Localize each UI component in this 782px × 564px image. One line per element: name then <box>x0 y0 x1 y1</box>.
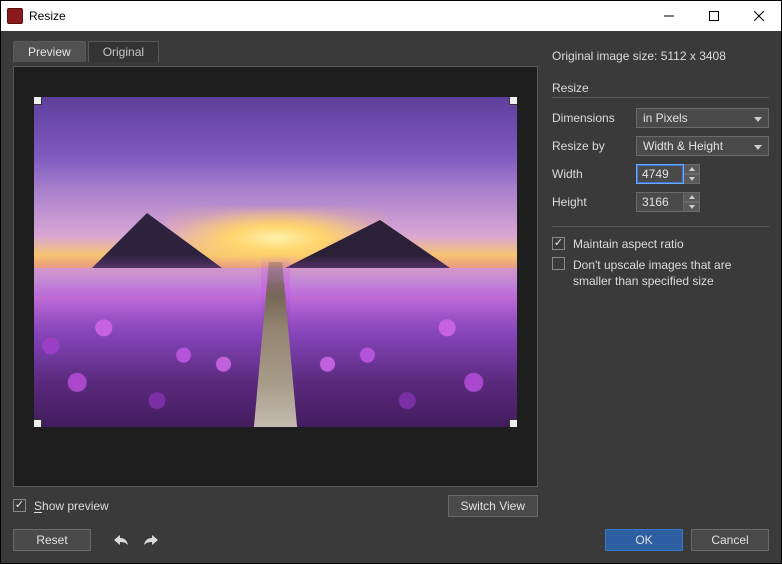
chevron-down-icon <box>754 139 762 153</box>
dont-upscale-checkbox[interactable] <box>552 257 565 270</box>
maximize-button[interactable] <box>691 2 736 31</box>
ok-button[interactable]: OK <box>605 529 683 551</box>
width-step-down[interactable] <box>684 174 700 184</box>
left-column: Preview Original <box>13 41 538 517</box>
height-label: Height <box>552 195 636 209</box>
dimensions-row: Dimensions in Pixels <box>552 108 769 128</box>
dimensions-value: in Pixels <box>643 111 688 125</box>
original-size-info: Original image size: 5112 x 3408 <box>552 49 769 63</box>
main-row: Preview Original <box>13 41 769 517</box>
dont-upscale-label: Don't upscale images that are smaller th… <box>573 257 769 289</box>
maintain-ratio-row: Maintain aspect ratio <box>552 237 769 251</box>
dimensions-label: Dimensions <box>552 111 636 125</box>
height-row: Height <box>552 192 769 212</box>
height-input[interactable] <box>636 192 684 212</box>
resizeby-label: Resize by <box>552 139 636 153</box>
crop-handle-bottom-right[interactable] <box>509 419 517 427</box>
resizeby-value: Width & Height <box>643 139 723 153</box>
dont-upscale-row: Don't upscale images that are smaller th… <box>552 257 769 289</box>
undo-button[interactable] <box>109 529 133 551</box>
preview-image[interactable] <box>34 97 517 427</box>
height-step-down[interactable] <box>684 202 700 212</box>
resize-section-title: Resize <box>552 81 769 95</box>
width-step-up[interactable] <box>684 164 700 174</box>
crop-handle-top-right[interactable] <box>509 97 517 105</box>
close-button[interactable] <box>736 2 781 31</box>
height-spin-buttons <box>684 192 700 212</box>
preview-area[interactable] <box>13 66 538 487</box>
width-spin-buttons <box>684 164 700 184</box>
show-preview-checkbox[interactable] <box>13 499 26 512</box>
titlebar: Resize <box>1 1 781 31</box>
minimize-button[interactable] <box>646 2 691 31</box>
switch-view-button[interactable]: Switch View <box>448 495 538 517</box>
tab-preview[interactable]: Preview <box>13 41 86 62</box>
right-column: Original image size: 5112 x 3408 Resize … <box>552 41 769 517</box>
dimensions-select[interactable]: in Pixels <box>636 108 769 128</box>
maintain-ratio-checkbox[interactable] <box>552 237 565 250</box>
resizeby-row: Resize by Width & Height <box>552 136 769 156</box>
show-preview-label: Show preview <box>34 499 109 513</box>
width-input[interactable] <box>636 164 684 184</box>
separator <box>552 226 769 227</box>
window-title: Resize <box>29 9 646 23</box>
tab-original[interactable]: Original <box>88 41 159 62</box>
app-icon <box>7 8 23 24</box>
height-step-up[interactable] <box>684 192 700 202</box>
resizeby-select[interactable]: Width & Height <box>636 136 769 156</box>
crop-handle-top-left[interactable] <box>34 97 42 105</box>
tabs: Preview Original <box>13 41 538 62</box>
original-size-value: 5112 x 3408 <box>661 49 726 63</box>
original-size-label: Original image size: <box>552 49 657 63</box>
chevron-down-icon <box>754 111 762 125</box>
show-preview-row: Show preview <box>13 499 109 513</box>
preview-image-flowers <box>261 255 517 427</box>
width-spinner <box>636 164 700 184</box>
separator <box>552 97 769 98</box>
preview-footer: Show preview Switch View <box>13 495 538 517</box>
dialog-body: Preview Original <box>1 31 781 563</box>
maintain-ratio-label: Maintain aspect ratio <box>573 237 684 251</box>
height-spinner <box>636 192 700 212</box>
cancel-button[interactable]: Cancel <box>691 529 769 551</box>
redo-button[interactable] <box>139 529 163 551</box>
width-label: Width <box>552 167 636 181</box>
reset-button[interactable]: Reset <box>13 529 91 551</box>
crop-handle-bottom-left[interactable] <box>34 419 42 427</box>
resize-dialog: Resize Preview Original <box>0 0 782 564</box>
preview-image-flowers <box>34 255 290 427</box>
width-row: Width <box>552 164 769 184</box>
bottom-bar: Reset OK Cancel <box>13 529 769 551</box>
